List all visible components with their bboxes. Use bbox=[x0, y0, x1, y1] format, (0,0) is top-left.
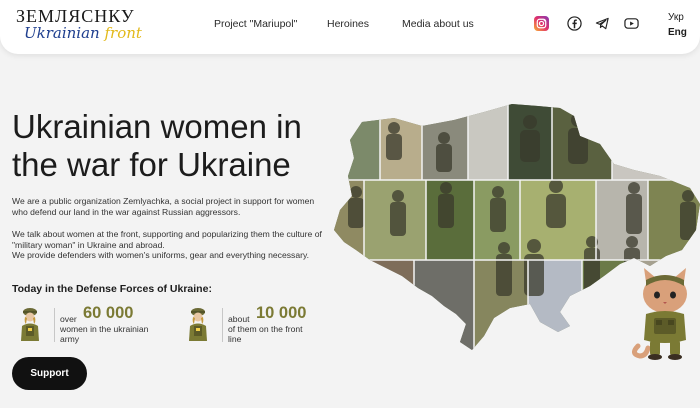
facebook-icon[interactable] bbox=[567, 16, 582, 31]
stat-women-army: over 60 000 women in the ukrainian army bbox=[16, 304, 196, 344]
lang-eng[interactable]: Eng bbox=[668, 27, 687, 38]
nav-media-about-us[interactable]: Media about us bbox=[402, 18, 474, 30]
stat-description-line1: women in the ukrainian bbox=[60, 324, 149, 334]
stat-women-front: about 10 000 of them on the front line bbox=[184, 304, 334, 344]
intro-paragraph: We are a public organization Zemlyachka,… bbox=[12, 196, 315, 217]
logo-subtitle: Ukrainian front bbox=[24, 24, 142, 42]
stat-prefix: over bbox=[60, 314, 77, 324]
provide-paragraph: We provide defenders with women's unifor… bbox=[12, 250, 309, 260]
stat-divider bbox=[222, 308, 223, 342]
site-header: ЗЕМЛЯСНКУ Ukrainian front Project "Mariu… bbox=[0, 0, 700, 54]
cat-mascot-illustration bbox=[632, 268, 687, 360]
stat-description-line2: line bbox=[228, 334, 242, 344]
nav-heroines[interactable]: Heroines bbox=[327, 18, 369, 30]
stat-number: 60 000 bbox=[83, 304, 134, 322]
soldier-woman-icon bbox=[21, 308, 39, 341]
ukraine-photo-map bbox=[334, 100, 700, 360]
stat-divider bbox=[54, 308, 55, 342]
support-button[interactable]: Support bbox=[12, 357, 87, 390]
lang-ukr[interactable]: Укр bbox=[668, 12, 684, 23]
about-paragraph: We talk about women at the front, suppor… bbox=[12, 229, 322, 250]
youtube-icon[interactable] bbox=[624, 16, 639, 31]
stat-description-line1: of them on the front bbox=[228, 324, 303, 334]
stat-description: women in the ukrainian army bbox=[60, 324, 148, 344]
soldier-woman-icon bbox=[189, 308, 207, 341]
stat-prefix: about bbox=[228, 314, 250, 324]
stats-heading: Today in the Defense Forces of Ukraine: bbox=[12, 283, 212, 295]
nav-project-mariupol[interactable]: Project "Mariupol" bbox=[214, 18, 297, 30]
logo-subtitle-accent: front bbox=[104, 24, 142, 42]
telegram-icon[interactable] bbox=[595, 16, 610, 31]
logo[interactable]: ЗЕМЛЯСНКУ Ukrainian front bbox=[16, 6, 156, 48]
stat-description-line2: army bbox=[60, 334, 80, 344]
page-title: Ukrainian women in the war for Ukraine bbox=[12, 108, 302, 183]
instagram-icon[interactable] bbox=[534, 16, 549, 31]
stat-number: 10 000 bbox=[256, 304, 307, 322]
logo-subtitle-text: Ukrainian bbox=[24, 24, 105, 42]
stat-description: of them on the front line bbox=[228, 324, 303, 344]
